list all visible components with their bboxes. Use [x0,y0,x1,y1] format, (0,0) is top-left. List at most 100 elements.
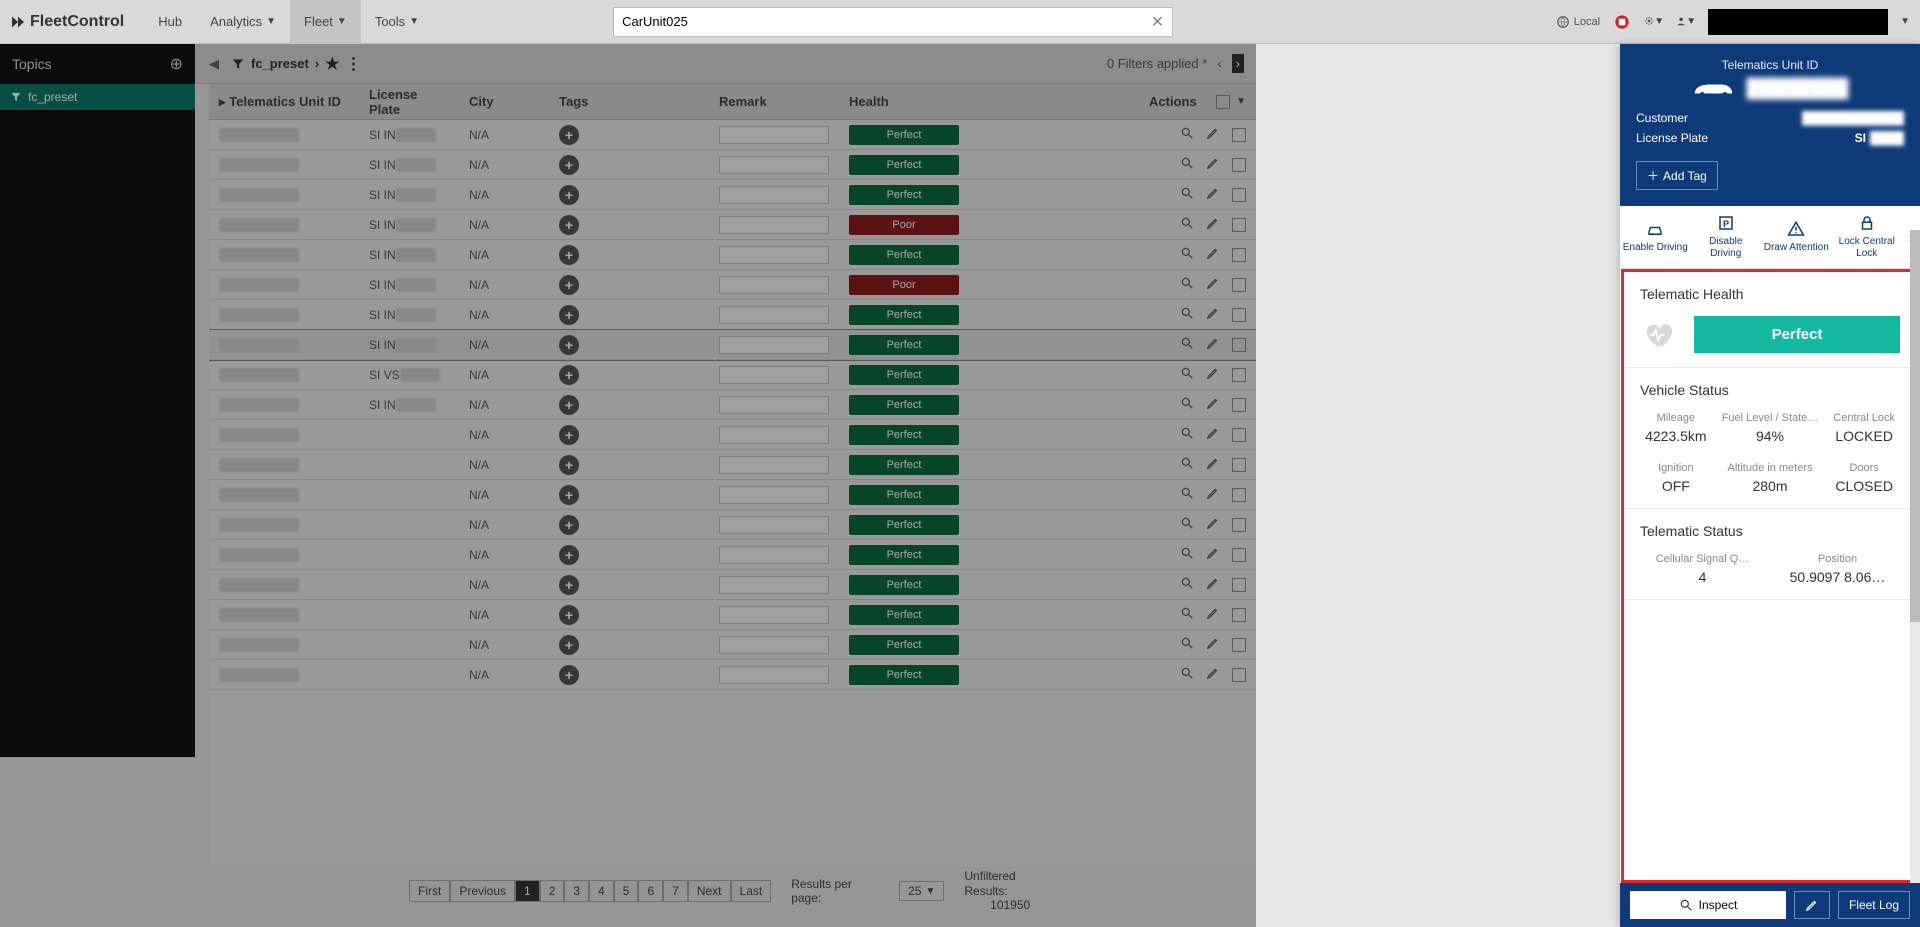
th-tags[interactable]: Tags [549,94,709,109]
row-checkbox[interactable] [1232,458,1246,472]
add-tag-icon[interactable]: + [559,365,579,385]
nav-fleet[interactable]: Fleet▼ [290,0,361,44]
lock-button[interactable]: Lock Central Lock [1832,206,1903,268]
search-icon[interactable] [1180,186,1194,203]
table-row[interactable]: N/A+Perfect [209,450,1256,480]
sort-icon[interactable]: ▸ [219,94,226,110]
select-all-checkbox[interactable] [1216,95,1230,109]
row-checkbox[interactable] [1232,518,1246,532]
pencil-icon[interactable] [1206,546,1220,563]
pencil-icon[interactable] [1206,606,1220,623]
settings-icon[interactable]: ▼ [1644,12,1664,32]
pencil-icon[interactable] [1206,486,1220,503]
add-tag-icon[interactable]: + [559,395,579,415]
filters-applied[interactable]: 0 Filters applied * [1107,56,1207,71]
search-icon[interactable] [1180,486,1194,503]
page-3[interactable]: 3 [564,880,589,902]
remark-input[interactable] [719,126,829,144]
search-icon[interactable] [1180,126,1194,143]
more-icon[interactable]: ⋮ [346,54,362,74]
edit-button[interactable] [1794,891,1830,919]
row-checkbox[interactable] [1232,398,1246,412]
table-row[interactable]: N/A+Perfect [209,420,1256,450]
nav-analytics[interactable]: Analytics▼ [196,0,290,44]
row-checkbox[interactable] [1232,488,1246,502]
pencil-icon[interactable] [1206,636,1220,653]
user-icon[interactable]: ▼ [1676,12,1696,32]
page-5[interactable]: 5 [614,880,639,902]
remark-input[interactable] [719,306,829,324]
pencil-icon[interactable] [1206,366,1220,383]
collapse-sidebar-icon[interactable]: ◀ [207,56,221,72]
sidebar-item[interactable] [0,230,195,250]
page-4[interactable]: 4 [589,880,614,902]
pencil-icon[interactable] [1206,576,1220,593]
th-remark[interactable]: Remark [709,94,839,109]
remark-input[interactable] [719,666,829,684]
chevron-right-icon[interactable]: › [1232,54,1244,73]
page-2[interactable]: 2 [540,880,565,902]
remark-input[interactable] [719,576,829,594]
add-tag-icon[interactable]: + [559,605,579,625]
row-checkbox[interactable] [1232,608,1246,622]
sidebar-item[interactable] [0,170,195,190]
pencil-icon[interactable] [1206,336,1220,353]
page-next[interactable]: Next [688,880,731,902]
table-row[interactable]: SI IN N/A+Perfect [209,180,1256,210]
table-row[interactable]: SI IN N/A+Perfect [209,120,1256,150]
remark-input[interactable] [719,396,829,414]
sidebar-item[interactable] [0,350,195,370]
sidebar-item[interactable] [0,310,195,330]
table-row[interactable]: N/A+Perfect [209,540,1256,570]
row-checkbox[interactable] [1232,668,1246,682]
table-row[interactable]: N/A+Perfect [209,570,1256,600]
nav-hub[interactable]: Hub [144,0,196,44]
add-tag-icon[interactable]: + [559,635,579,655]
search-icon[interactable] [1180,606,1194,623]
sidebar-item[interactable] [0,110,195,130]
draw-attention-button[interactable]: Draw Attention [1761,206,1832,268]
row-checkbox[interactable] [1232,368,1246,382]
row-checkbox[interactable] [1232,548,1246,562]
table-row[interactable]: N/A+Perfect [209,510,1256,540]
table-row[interactable]: SI IN N/A+Perfect [209,150,1256,180]
table-row[interactable]: SI IN N/A+Perfect [209,390,1256,420]
remark-input[interactable] [719,486,829,504]
add-tag-icon[interactable]: + [559,575,579,595]
search-icon[interactable] [1180,366,1194,383]
remark-input[interactable] [719,186,829,204]
add-tag-icon[interactable]: + [559,215,579,235]
sidebar-item[interactable] [0,210,195,230]
search-icon[interactable] [1180,576,1194,593]
row-checkbox[interactable] [1232,278,1246,292]
chevron-left-icon[interactable]: ‹ [1217,56,1221,71]
search-icon[interactable] [1180,546,1194,563]
add-tag-icon[interactable]: + [559,245,579,265]
search-input[interactable] [622,14,1151,29]
table-row[interactable]: N/A+Perfect [209,480,1256,510]
sidebar-preset[interactable]: fc_preset [0,84,195,110]
add-topic-icon[interactable]: ⊕ [170,54,183,74]
chevron-down-icon[interactable]: ▼ [1236,96,1246,107]
pencil-icon[interactable] [1206,666,1220,683]
table-row[interactable]: N/A+Perfect [209,600,1256,630]
search-icon[interactable] [1180,396,1194,413]
add-tag-icon[interactable]: + [559,275,579,295]
page-6[interactable]: 6 [638,880,663,902]
row-checkbox[interactable] [1232,128,1246,142]
remark-input[interactable] [719,336,829,354]
pencil-icon[interactable] [1206,246,1220,263]
clear-search-icon[interactable]: ✕ [1151,12,1164,32]
search-icon[interactable] [1180,426,1194,443]
add-tag-icon[interactable]: + [559,665,579,685]
add-tag-button[interactable]: ＋Add Tag [1636,161,1718,190]
add-tag-icon[interactable]: + [559,425,579,445]
search-icon[interactable] [1180,516,1194,533]
remark-input[interactable] [719,606,829,624]
search-icon[interactable] [1180,276,1194,293]
fleet-log-button[interactable]: Fleet Log [1838,891,1910,919]
remark-input[interactable] [719,246,829,264]
star-icon[interactable]: ★ [325,54,339,74]
th-id[interactable]: Telematics Unit ID [229,94,341,109]
add-tag-icon[interactable]: + [559,335,579,355]
